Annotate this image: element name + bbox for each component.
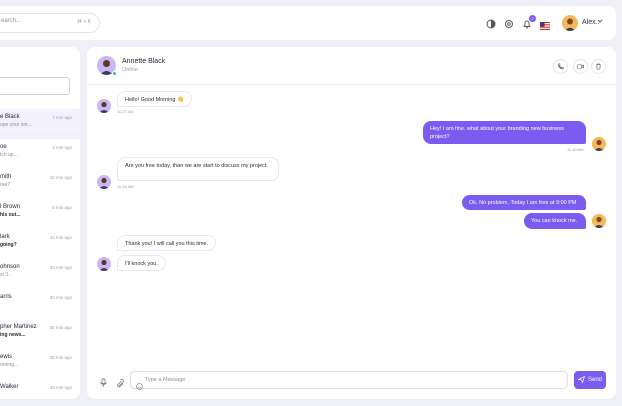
contact-item[interactable]: e Black ope your sm... 7 min ago: [0, 109, 80, 139]
theme-icon[interactable]: [484, 17, 497, 30]
contact-last-message: going?: [0, 242, 17, 248]
contact-item[interactable]: Walker 40 min ago: [0, 379, 80, 399]
message-avatar: [97, 175, 111, 189]
trash-icon[interactable]: [591, 59, 606, 74]
message-avatar: [592, 137, 606, 151]
contact-last-message: tch up...: [0, 152, 18, 158]
mic-icon[interactable]: [99, 375, 108, 387]
contact-name: ewis: [0, 354, 13, 360]
sent-message: Ok, No problem, Today I am free at 9:00 …: [462, 195, 586, 210]
smile-icon[interactable]: [136, 377, 143, 390]
contact-time: 2 min ago: [52, 145, 72, 150]
contact-last-message: ope your sm...: [0, 122, 32, 128]
contact-name: ohnson: [0, 264, 20, 270]
phone-icon[interactable]: [553, 59, 568, 74]
online-indicator: [112, 71, 117, 76]
contact-time: 35 min ago: [49, 325, 72, 330]
chat-header: Annette Black Online: [87, 47, 616, 85]
contact-item[interactable]: lark going? 15 min ago: [0, 229, 80, 259]
contact-time: 40 min ago: [49, 385, 72, 390]
video-icon[interactable]: [573, 59, 588, 74]
paperclip-icon[interactable]: [115, 375, 124, 388]
chat-panel: Annette Black Online Hello! Good Morning…: [87, 47, 616, 399]
contact-name: l Brown: [0, 204, 21, 210]
contact-item[interactable]: arris 30 min ago: [0, 289, 80, 319]
contact-last-message: his out...: [0, 212, 21, 218]
contact-time: 15 min ago: [49, 235, 72, 240]
contact-last-message: orning...: [0, 362, 19, 368]
send-icon: [577, 375, 586, 385]
contact-name: e Black: [0, 114, 20, 120]
message-avatar: [97, 257, 111, 271]
contact-item[interactable]: pher Martinez ing news... 35 min ago: [0, 319, 80, 349]
received-message: Hello! Good Morning 👋: [117, 91, 192, 107]
contact-time: 7 min ago: [52, 115, 72, 120]
received-message: Are you free today, than we are start to…: [117, 157, 279, 181]
us-flag-icon[interactable]: [540, 18, 550, 30]
contact-search-input[interactable]: [0, 77, 70, 95]
contact-last-message: st 3...: [0, 272, 13, 278]
contact-name: arris: [0, 294, 12, 300]
search-box[interactable]: earch... ⌘ + K: [0, 13, 100, 33]
chevron-down-icon[interactable]: [597, 18, 603, 24]
contact-time: 10 min ago: [49, 175, 72, 180]
notification-badge: 2: [529, 15, 536, 22]
message-composer: Type a Message Send: [87, 365, 616, 399]
contact-item[interactable]: mith ree? 10 min ago: [0, 169, 80, 199]
contact-name: lark: [0, 234, 10, 240]
contact-status: Online: [122, 67, 138, 73]
search-placeholder: earch...: [1, 18, 22, 24]
contact-name: Walker: [0, 384, 19, 390]
user-avatar[interactable]: [562, 15, 578, 31]
sent-message: You can knock me.: [524, 213, 586, 229]
contact-item[interactable]: ewis orning... 35 min ago: [0, 349, 80, 379]
contact-time: 5 min ago: [52, 205, 72, 210]
contacts-sidebar: e Black ope your sm... 7 min ago oe tch …: [0, 47, 80, 399]
contact-item[interactable]: l Brown his out... 5 min ago: [0, 199, 80, 229]
search-shortcut: ⌘ + K: [76, 19, 91, 25]
contact-time: 20 min ago: [49, 265, 72, 270]
send-label: Send: [587, 377, 602, 383]
received-message: Thank you! I will call you this time.: [117, 235, 217, 251]
contact-time: 30 min ago: [49, 295, 72, 300]
sent-message: Hey! I am fine. what about your branding…: [423, 121, 586, 144]
contact-name: mith: [0, 174, 12, 180]
message-time: 11:27 AM: [117, 109, 134, 114]
contact-name: oe: [0, 144, 7, 150]
message-placeholder: Type a Message: [145, 377, 186, 383]
contact-item[interactable]: oe tch up... 2 min ago: [0, 139, 80, 169]
message-avatar: [97, 99, 111, 113]
contact-time: 35 min ago: [49, 355, 72, 360]
received-message: I'll knock you.: [117, 255, 166, 271]
contact-item[interactable]: ohnson st 3... 20 min ago: [0, 259, 80, 289]
top-bar: earch... ⌘ + K 2 Alex..: [0, 6, 616, 40]
contact-name: pher Martinez: [0, 324, 37, 330]
message-time: 11:30 AM: [567, 147, 584, 152]
message-time: 11:35 AM: [117, 184, 134, 189]
message-input[interactable]: Type a Message: [130, 371, 568, 390]
contact-name: Annette Black: [122, 58, 166, 65]
contact-last-message: ree?: [0, 182, 11, 188]
settings-icon[interactable]: [502, 17, 515, 30]
contact-last-message: ing news...: [0, 332, 26, 338]
message-avatar: [592, 214, 606, 228]
send-button[interactable]: Send: [574, 371, 606, 389]
